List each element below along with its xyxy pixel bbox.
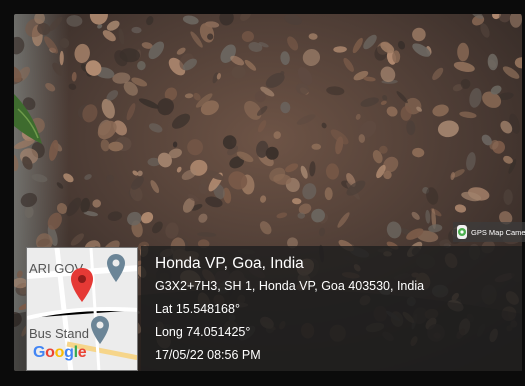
google-logo: Google [33,344,87,361]
latitude: Lat 15.548168° [155,302,240,316]
longitude: Long 74.051425° [155,325,251,339]
bus-stand-marker-icon [91,316,109,344]
photo-frame: GPS Map Came ARI GOV Bus Stand Google Ho… [0,0,525,386]
location-marker-icon [107,254,125,282]
map-thumbnail: ARI GOV Bus Stand Google [26,247,138,371]
map-label-bottom: Bus Stand [29,326,89,341]
watermark-label: GPS Map Came [471,227,525,237]
datetime: 17/05/22 08:56 PM [155,348,261,362]
location-pin-icon [71,268,93,302]
address-line: G3X2+7H3, SH 1, Honda VP, Goa 403530, In… [155,279,425,293]
gps-map-camera-icon [457,225,467,239]
location-info-box: Honda VP, Goa, India G3X2+7H3, SH 1, Hon… [141,246,522,371]
app-watermark: GPS Map Came [453,222,525,242]
address-title: Honda VP, Goa, India [155,255,304,272]
